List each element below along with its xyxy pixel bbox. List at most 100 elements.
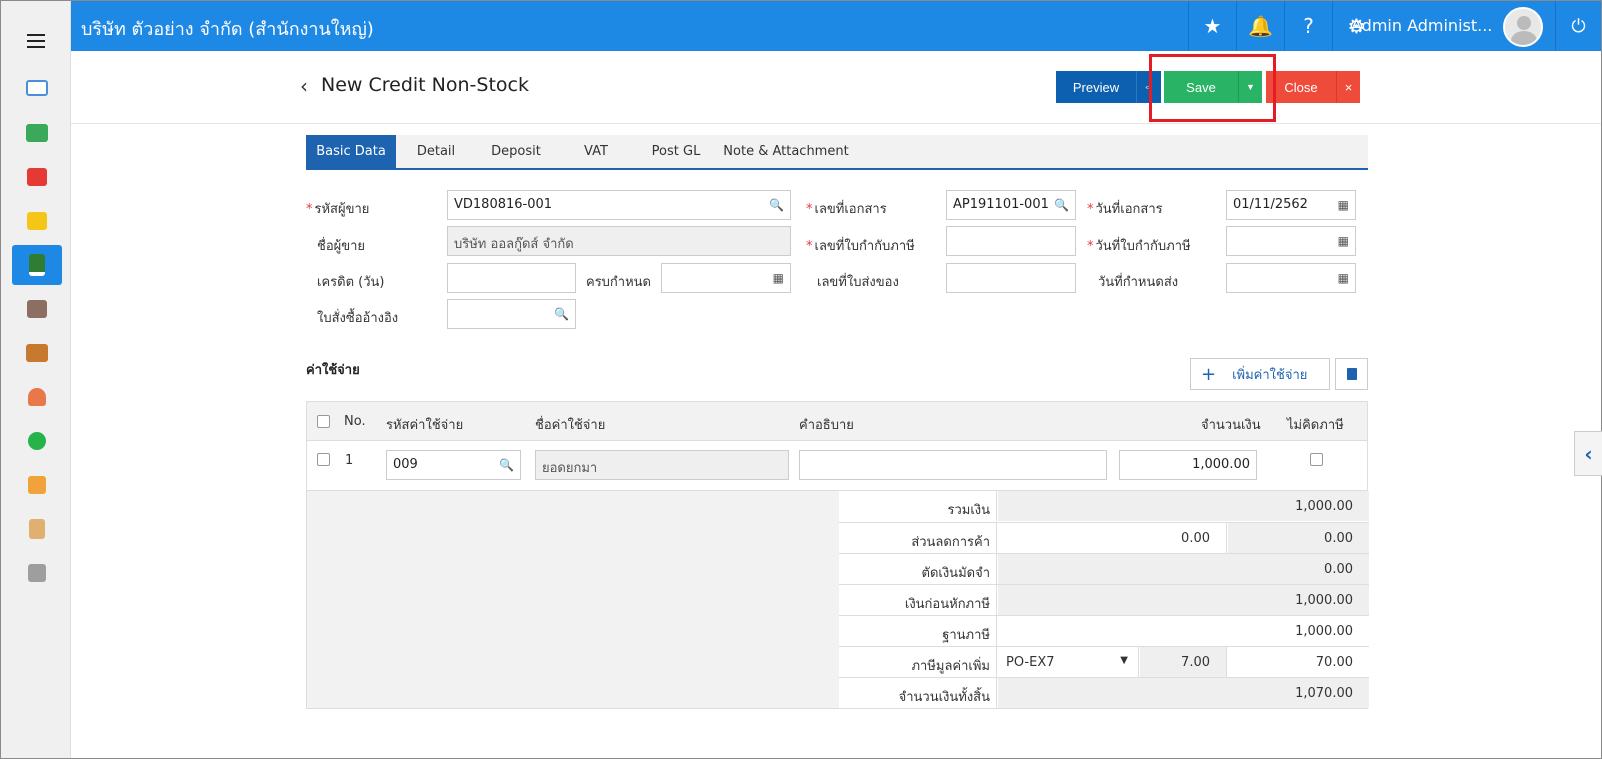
check-circle-icon bbox=[28, 432, 46, 450]
menu-icon[interactable] bbox=[27, 34, 45, 48]
delete-button[interactable] bbox=[1335, 358, 1368, 390]
sidebar-item-inventory[interactable] bbox=[12, 201, 62, 241]
tab-detail[interactable]: Detail bbox=[396, 135, 476, 168]
grand-total-value: 1,070.00 bbox=[998, 678, 1369, 708]
expense-name-field: ยอดยกมา bbox=[535, 450, 789, 480]
user-name[interactable]: Admin Administ... bbox=[1351, 16, 1492, 35]
col-code: รหัสค่าใช้จ่าย bbox=[386, 418, 464, 433]
total-sum-label: รวมเงิน bbox=[839, 491, 997, 521]
tab-note-attachment[interactable]: Note & Attachment bbox=[716, 135, 856, 168]
help-icon[interactable]: ? bbox=[1284, 1, 1332, 51]
vat-rate-value: 7.00 bbox=[1140, 647, 1227, 677]
before-tax-row: เงินก่อนหักภาษี 1,000.00 bbox=[839, 584, 1369, 615]
close-button[interactable]: Close bbox=[1266, 71, 1336, 103]
star-icon[interactable]: ★ bbox=[1188, 1, 1236, 51]
sidebar-item-ledger[interactable] bbox=[12, 245, 62, 285]
table-row: 1 009 🔍 ยอดยกมา 1,000.00 bbox=[306, 441, 1368, 491]
sidebar-item-settings[interactable] bbox=[12, 553, 62, 593]
expense-desc-input[interactable] bbox=[799, 450, 1107, 480]
user-icon bbox=[28, 388, 46, 406]
doc-no-input[interactable]: AP191101-001 🔍 bbox=[946, 190, 1076, 220]
sidebar-item-approve[interactable] bbox=[12, 421, 62, 461]
wallet-icon bbox=[26, 344, 48, 362]
power-icon[interactable]: ⏻ bbox=[1555, 1, 1601, 51]
clipboard-icon bbox=[29, 519, 45, 539]
discount-label: ส่วนลดการค้า bbox=[839, 523, 997, 553]
bell-icon[interactable]: 🔔 bbox=[1236, 1, 1284, 51]
sidebar-item-dashboard[interactable] bbox=[12, 68, 62, 108]
expense-amount-input[interactable]: 1,000.00 bbox=[1119, 450, 1257, 480]
tax-invoice-no-input[interactable] bbox=[946, 226, 1076, 256]
page-title: New Credit Non-Stock bbox=[321, 74, 529, 96]
doc-date-input[interactable]: 01/11/2562 ▦ bbox=[1226, 190, 1356, 220]
credit-days-input[interactable] bbox=[447, 263, 576, 293]
expense-code-input[interactable]: 009 🔍 bbox=[386, 450, 521, 480]
transfer-icon bbox=[28, 476, 46, 494]
search-icon[interactable]: 🔍 bbox=[554, 307, 569, 321]
tab-post-gl[interactable]: Post GL bbox=[636, 135, 716, 168]
preview-button[interactable]: Preview bbox=[1056, 71, 1136, 103]
sidebar-item-purchase[interactable] bbox=[12, 157, 62, 197]
book-icon bbox=[29, 254, 45, 276]
vendor-code-label: * รหัสผู้ขาย bbox=[306, 202, 370, 217]
back-icon[interactable]: ‹ bbox=[300, 74, 308, 98]
deposit-label: ตัดเงินมัดจำ bbox=[839, 554, 997, 584]
vat-label: ภาษีมูลค่าเพิ่ม bbox=[839, 647, 997, 677]
tax-invoice-no-label: * เลขที่ใบกำกับภาษี bbox=[806, 239, 915, 254]
doc-date-label: * วันที่เอกสาร bbox=[1087, 202, 1163, 217]
sidebar-item-finance[interactable] bbox=[12, 113, 62, 153]
before-tax-label: เงินก่อนหักภาษี bbox=[839, 585, 997, 615]
expense-table-header: No. รหัสค่าใช้จ่าย ชื่อค่าใช้จ่าย คำอธิบ… bbox=[306, 401, 1368, 441]
grand-total-label: จำนวนเงินทั้งสิ้น bbox=[839, 678, 997, 708]
delivery-no-label: เลขที่ใบส่งของ bbox=[817, 275, 899, 290]
due-date-label: ครบกำหนด bbox=[586, 275, 651, 290]
save-highlight-box bbox=[1149, 54, 1276, 122]
vat-code-select[interactable]: PO-EX7 ▼ bbox=[998, 647, 1139, 677]
delivery-date-label: วันที่กำหนดส่ง bbox=[1098, 275, 1179, 290]
vendor-code-input[interactable]: VD180816-001 🔍 bbox=[447, 190, 791, 220]
col-no: No. bbox=[344, 414, 366, 429]
calendar-icon[interactable]: ▦ bbox=[1338, 271, 1349, 285]
calendar-icon[interactable]: ▦ bbox=[773, 271, 784, 285]
sidebar-item-hr[interactable] bbox=[12, 377, 62, 417]
row-checkbox[interactable] bbox=[317, 453, 330, 466]
sidebar-item-report[interactable] bbox=[12, 509, 62, 549]
sidebar bbox=[1, 1, 71, 758]
delivery-date-input[interactable]: ▦ bbox=[1226, 263, 1356, 293]
sidebar-item-transfer[interactable] bbox=[12, 465, 62, 505]
discount-value: 0.00 bbox=[1228, 523, 1369, 553]
credit-days-label: เครดิต (วัน) bbox=[317, 275, 385, 290]
calendar-icon[interactable]: ▦ bbox=[1338, 234, 1349, 248]
tab-basic-data[interactable]: Basic Data bbox=[306, 135, 396, 168]
po-ref-input[interactable]: 🔍 bbox=[447, 299, 576, 329]
tab-vat[interactable]: VAT bbox=[556, 135, 636, 168]
vat-value-input[interactable]: 70.00 bbox=[1228, 647, 1369, 677]
before-tax-value: 1,000.00 bbox=[998, 585, 1369, 615]
tax-invoice-date-label: * วันที่ใบกำกับภาษี bbox=[1087, 239, 1191, 254]
select-all-checkbox[interactable] bbox=[317, 415, 330, 428]
col-amount: จำนวนเงิน bbox=[1201, 418, 1261, 433]
cart-icon bbox=[27, 168, 47, 186]
search-icon[interactable]: 🔍 bbox=[1054, 198, 1069, 212]
tax-base-input[interactable]: 1,000.00 bbox=[998, 616, 1369, 646]
col-no-tax: ไม่คิดภาษี bbox=[1287, 418, 1344, 433]
sidebar-item-wallet[interactable] bbox=[12, 333, 62, 373]
calendar-icon[interactable]: ▦ bbox=[1338, 198, 1349, 212]
search-icon[interactable]: 🔍 bbox=[769, 198, 784, 212]
box-icon bbox=[27, 212, 47, 230]
delivery-no-input[interactable] bbox=[946, 263, 1076, 293]
no-tax-checkbox[interactable] bbox=[1310, 453, 1323, 466]
page-header: ‹ New Credit Non-Stock Preview ⇔ Save ▼ … bbox=[71, 51, 1601, 124]
add-expense-button[interactable]: + เพิ่มค่าใช้จ่าย bbox=[1190, 358, 1330, 390]
avatar[interactable] bbox=[1503, 7, 1543, 47]
grand-total-row: จำนวนเงินทั้งสิ้น 1,070.00 bbox=[839, 677, 1369, 708]
total-sum-row: รวมเงิน 1,000.00 bbox=[839, 491, 1369, 522]
sidebar-item-bank[interactable] bbox=[12, 289, 62, 329]
search-icon[interactable]: 🔍 bbox=[499, 458, 514, 472]
due-date-input[interactable]: ▦ bbox=[661, 263, 791, 293]
side-panel-toggle-icon[interactable]: ‹ bbox=[1574, 431, 1602, 476]
tax-invoice-date-input[interactable]: ▦ bbox=[1226, 226, 1356, 256]
close-icon[interactable]: × bbox=[1336, 71, 1360, 103]
tab-deposit[interactable]: Deposit bbox=[476, 135, 556, 168]
discount-input[interactable]: 0.00 bbox=[998, 523, 1227, 553]
